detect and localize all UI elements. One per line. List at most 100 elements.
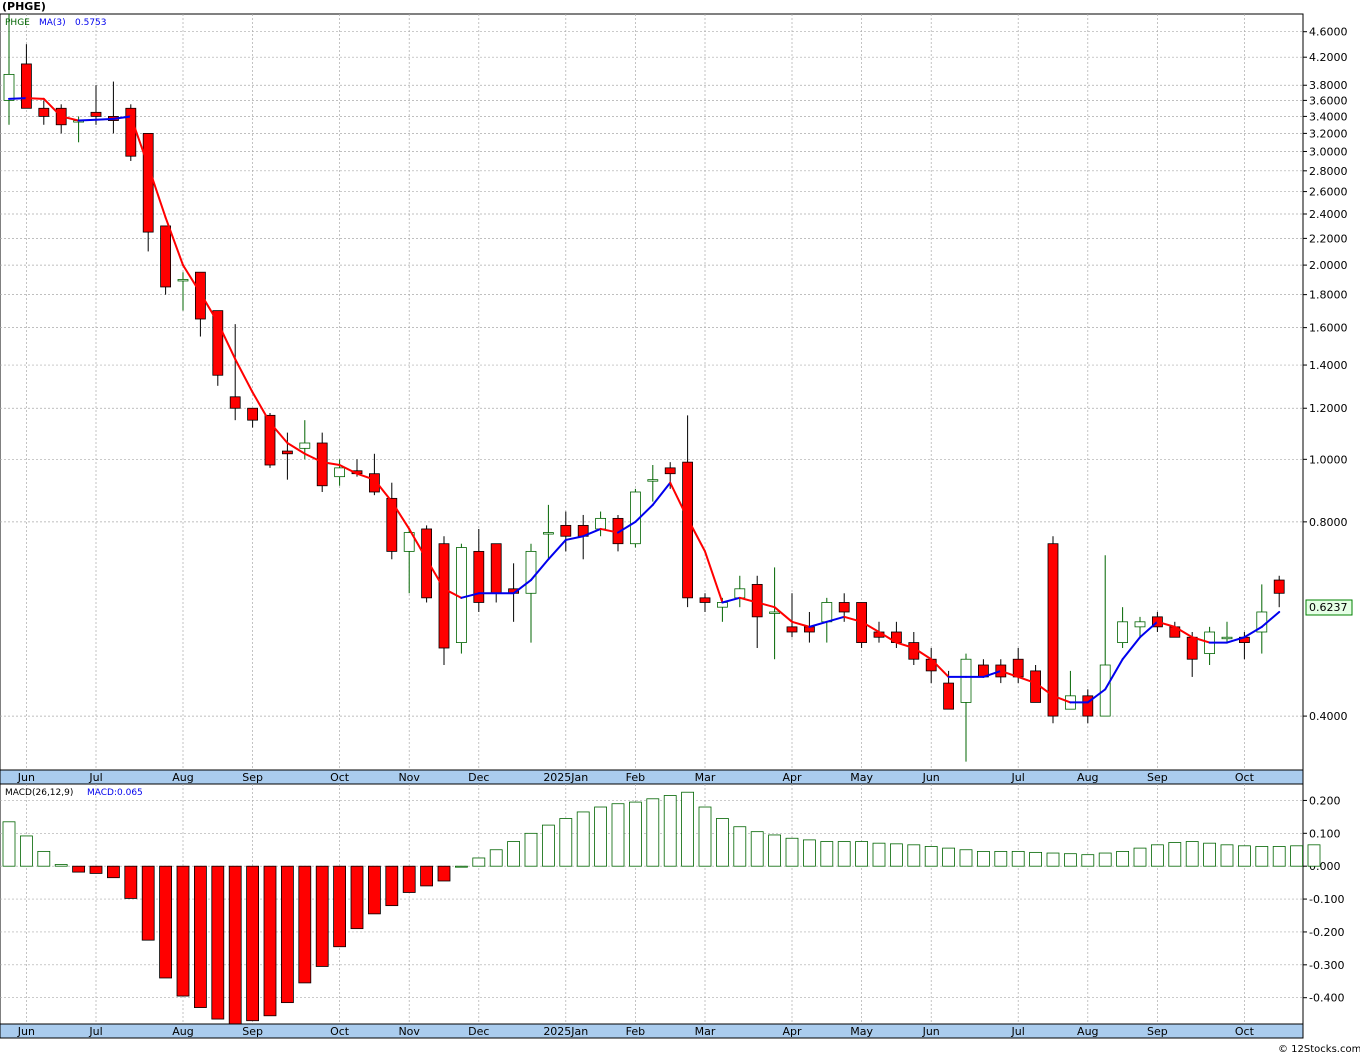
macd-bar bbox=[176, 865, 190, 997]
candle-body bbox=[3, 73, 15, 101]
price-tick-label: 2.8000 bbox=[1309, 165, 1348, 178]
macd-bar bbox=[472, 857, 486, 867]
macd-bar bbox=[698, 806, 712, 867]
macd-bar bbox=[1029, 851, 1042, 867]
candle-body bbox=[334, 467, 346, 478]
month-label: Nov bbox=[398, 771, 420, 784]
macd-bar bbox=[1307, 844, 1321, 867]
macd-bar bbox=[768, 834, 781, 867]
macd-value-label: MACD:0.065 bbox=[87, 788, 143, 798]
candle-body bbox=[943, 682, 954, 710]
month-label: Jun bbox=[922, 771, 940, 784]
month-label: Apr bbox=[782, 771, 802, 784]
macd-bar bbox=[263, 865, 277, 1017]
macd-bar bbox=[1098, 852, 1112, 867]
macd-tick-label: 0.100 bbox=[1309, 827, 1341, 840]
macd-bar bbox=[1064, 853, 1077, 867]
macd-tick-label: -0.400 bbox=[1309, 992, 1344, 1005]
candle-body bbox=[229, 396, 241, 409]
macd-bar bbox=[1046, 852, 1060, 867]
candle-body bbox=[1117, 621, 1128, 643]
macd-bar bbox=[750, 831, 764, 867]
month-label: Jul bbox=[88, 771, 102, 784]
macd-bar bbox=[454, 865, 468, 868]
candle-body bbox=[20, 63, 32, 109]
candle-body bbox=[212, 310, 224, 376]
price-tick-label: 2.4000 bbox=[1309, 208, 1348, 221]
macd-tick-label: -0.100 bbox=[1309, 893, 1344, 906]
candle-body bbox=[769, 611, 780, 614]
macd-bar bbox=[437, 865, 451, 882]
macd-bar bbox=[1168, 842, 1182, 867]
month-label: Sep bbox=[1147, 771, 1168, 784]
month-label: Jul bbox=[88, 1025, 102, 1038]
macd-bar bbox=[1081, 854, 1095, 867]
month-label: Feb bbox=[626, 771, 645, 784]
candle-body bbox=[664, 467, 676, 475]
macd-bar bbox=[124, 865, 138, 899]
legend-ma: MA(3) bbox=[39, 18, 66, 28]
legend-symbol: PHGE bbox=[5, 18, 30, 28]
price-panel bbox=[0, 13, 1304, 771]
macd-bar bbox=[924, 846, 938, 867]
macd-bar bbox=[611, 803, 625, 867]
macd-axis: 0.2000.1000.000-0.100-0.200-0.300-0.400 bbox=[1303, 794, 1344, 1005]
candle-body bbox=[299, 442, 311, 449]
macd-bar bbox=[2, 821, 16, 867]
macd-bar bbox=[72, 865, 85, 873]
ma3-segment bbox=[77, 118, 97, 122]
macd-bar bbox=[855, 841, 868, 867]
macd-bar bbox=[193, 865, 207, 1008]
macd-bar bbox=[107, 865, 120, 879]
month-label: Feb bbox=[626, 1025, 645, 1038]
candle-body bbox=[734, 588, 746, 599]
macd-bar bbox=[54, 864, 68, 867]
candle-body bbox=[490, 543, 502, 594]
macd-bar bbox=[402, 865, 416, 893]
candle-body bbox=[194, 271, 206, 320]
macd-bar bbox=[716, 818, 729, 867]
macd-bar bbox=[820, 841, 834, 867]
candle-body bbox=[821, 602, 833, 623]
ma3-segment bbox=[95, 117, 115, 121]
candle-body bbox=[90, 111, 102, 117]
month-label: Mar bbox=[695, 771, 716, 784]
candle-body bbox=[1012, 658, 1024, 678]
macd-bar bbox=[1116, 850, 1129, 867]
month-label: Aug bbox=[172, 1025, 193, 1038]
macd-bar bbox=[890, 843, 903, 867]
price-tick-label: 1.4000 bbox=[1309, 359, 1348, 372]
macd-bar bbox=[246, 865, 260, 1022]
macd-bar bbox=[837, 841, 851, 867]
macd-tick-label: 0.200 bbox=[1309, 794, 1341, 807]
price-tick-label: 3.4000 bbox=[1309, 110, 1348, 123]
stock-chart: 4.6000 4.2000 3.8000 3.6000 3.4000 3.2000 3.00… bbox=[0, 0, 1360, 1055]
price-tick-label: 3.8000 bbox=[1309, 79, 1348, 92]
candle-body bbox=[699, 597, 711, 603]
chart-title: (PHGE) bbox=[2, 0, 46, 13]
candle-body bbox=[786, 626, 798, 633]
month-label: Jun bbox=[17, 1025, 35, 1038]
candle-body bbox=[142, 132, 154, 233]
month-label: Aug bbox=[1077, 771, 1098, 784]
price-tick-label: 2.0000 bbox=[1309, 259, 1348, 272]
macd-bar bbox=[1290, 845, 1303, 867]
macd-bar bbox=[576, 811, 590, 867]
macd-bar bbox=[994, 850, 1008, 867]
price-tick-label: 4.2000 bbox=[1309, 51, 1348, 64]
macd-bar bbox=[803, 839, 816, 867]
price-tick-label: 0.4000 bbox=[1309, 710, 1348, 723]
price-tick-label: 1.8000 bbox=[1309, 289, 1348, 302]
macd-bar bbox=[559, 818, 573, 867]
macd-bar bbox=[89, 865, 103, 874]
macd-tick-label: -0.300 bbox=[1309, 959, 1344, 972]
macd-bar bbox=[489, 849, 503, 867]
macd-bar bbox=[594, 806, 607, 867]
candle-body bbox=[682, 461, 693, 599]
macd-bar bbox=[19, 835, 33, 867]
macd-bar bbox=[942, 847, 955, 867]
candle-body bbox=[438, 543, 450, 649]
candle-body bbox=[925, 658, 937, 672]
last-price-label: 0.6237 bbox=[1309, 601, 1348, 614]
month-label: Sep bbox=[1147, 1025, 1168, 1038]
